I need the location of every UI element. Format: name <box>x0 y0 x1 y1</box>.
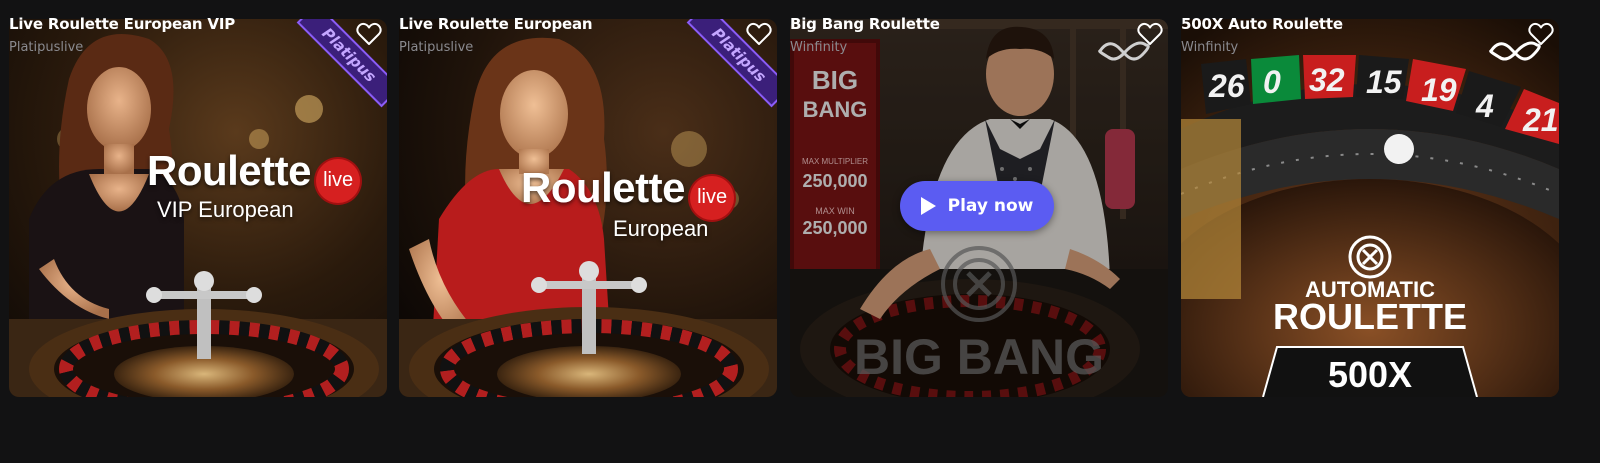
game-logo: Roulette live European <box>521 164 761 242</box>
favorite-button[interactable] <box>356 22 384 48</box>
wheel-number: 26 <box>1208 68 1245 104</box>
play-now-label: Play now <box>947 196 1034 216</box>
game-thumbnail[interactable]: 26 0 32 15 19 4 21 AUTOMATIC ROULETTE 50… <box>1181 19 1559 397</box>
favorite-button[interactable] <box>1137 22 1165 48</box>
game-title[interactable]: Live Roulette European VIP <box>9 15 235 33</box>
favorite-button[interactable] <box>1528 22 1556 48</box>
game-logo: Roulette live VIP European <box>147 147 377 223</box>
game-card[interactable]: 26 0 32 15 19 4 21 AUTOMATIC ROULETTE 50… <box>1181 19 1559 397</box>
game-art: 26 0 32 15 19 4 21 AUTOMATIC ROULETTE 50… <box>1181 19 1559 397</box>
logo-line2: ROULETTE <box>1273 296 1467 337</box>
wheel-number: 32 <box>1309 62 1345 98</box>
live-badge: live <box>316 158 361 203</box>
game-grid: Roulette live VIP European Platipus Live… <box>0 0 1600 463</box>
game-card[interactable]: Roulette live VIP European Platipus <box>9 19 387 397</box>
favorite-button[interactable] <box>746 22 774 48</box>
brand-text: Roulette <box>147 147 312 194</box>
play-icon <box>920 197 936 215</box>
wheel-number: 21 <box>1522 102 1559 138</box>
game-provider: Winfinity <box>790 40 848 55</box>
heart-icon <box>1137 22 1163 45</box>
game-title[interactable]: Live Roulette European <box>399 15 593 33</box>
variant-text: European <box>613 215 709 241</box>
game-provider: Platipuslive <box>9 40 84 55</box>
wheel-number: 15 <box>1366 64 1403 100</box>
wheel-number: 0 <box>1263 64 1281 100</box>
brand-text: Roulette <box>521 164 686 211</box>
wheel-number: 4 <box>1475 88 1494 124</box>
game-card[interactable]: Roulette live European Platipus <box>399 19 777 397</box>
wheel-number: 19 <box>1421 72 1457 108</box>
game-title[interactable]: 500X Auto Roulette <box>1181 15 1343 33</box>
game-title[interactable]: Big Bang Roulette <box>790 15 940 33</box>
logo-line3: 500X <box>1328 354 1412 395</box>
heart-icon <box>356 22 382 45</box>
play-now-button[interactable]: Play now <box>900 181 1054 231</box>
heart-icon <box>746 22 772 45</box>
game-card[interactable]: BIG BANG MAX MULTIPLIER 250,000 MAX WIN … <box>790 19 1168 397</box>
game-thumbnail[interactable]: BIG BANG MAX MULTIPLIER 250,000 MAX WIN … <box>790 19 1168 397</box>
game-thumbnail[interactable]: Roulette live European Platipus <box>399 19 777 397</box>
game-provider: Platipuslive <box>399 40 474 55</box>
heart-icon <box>1528 22 1554 45</box>
live-badge: live <box>690 175 735 220</box>
game-thumbnail[interactable]: Roulette live VIP European Platipus <box>9 19 387 397</box>
game-provider: Winfinity <box>1181 40 1239 55</box>
